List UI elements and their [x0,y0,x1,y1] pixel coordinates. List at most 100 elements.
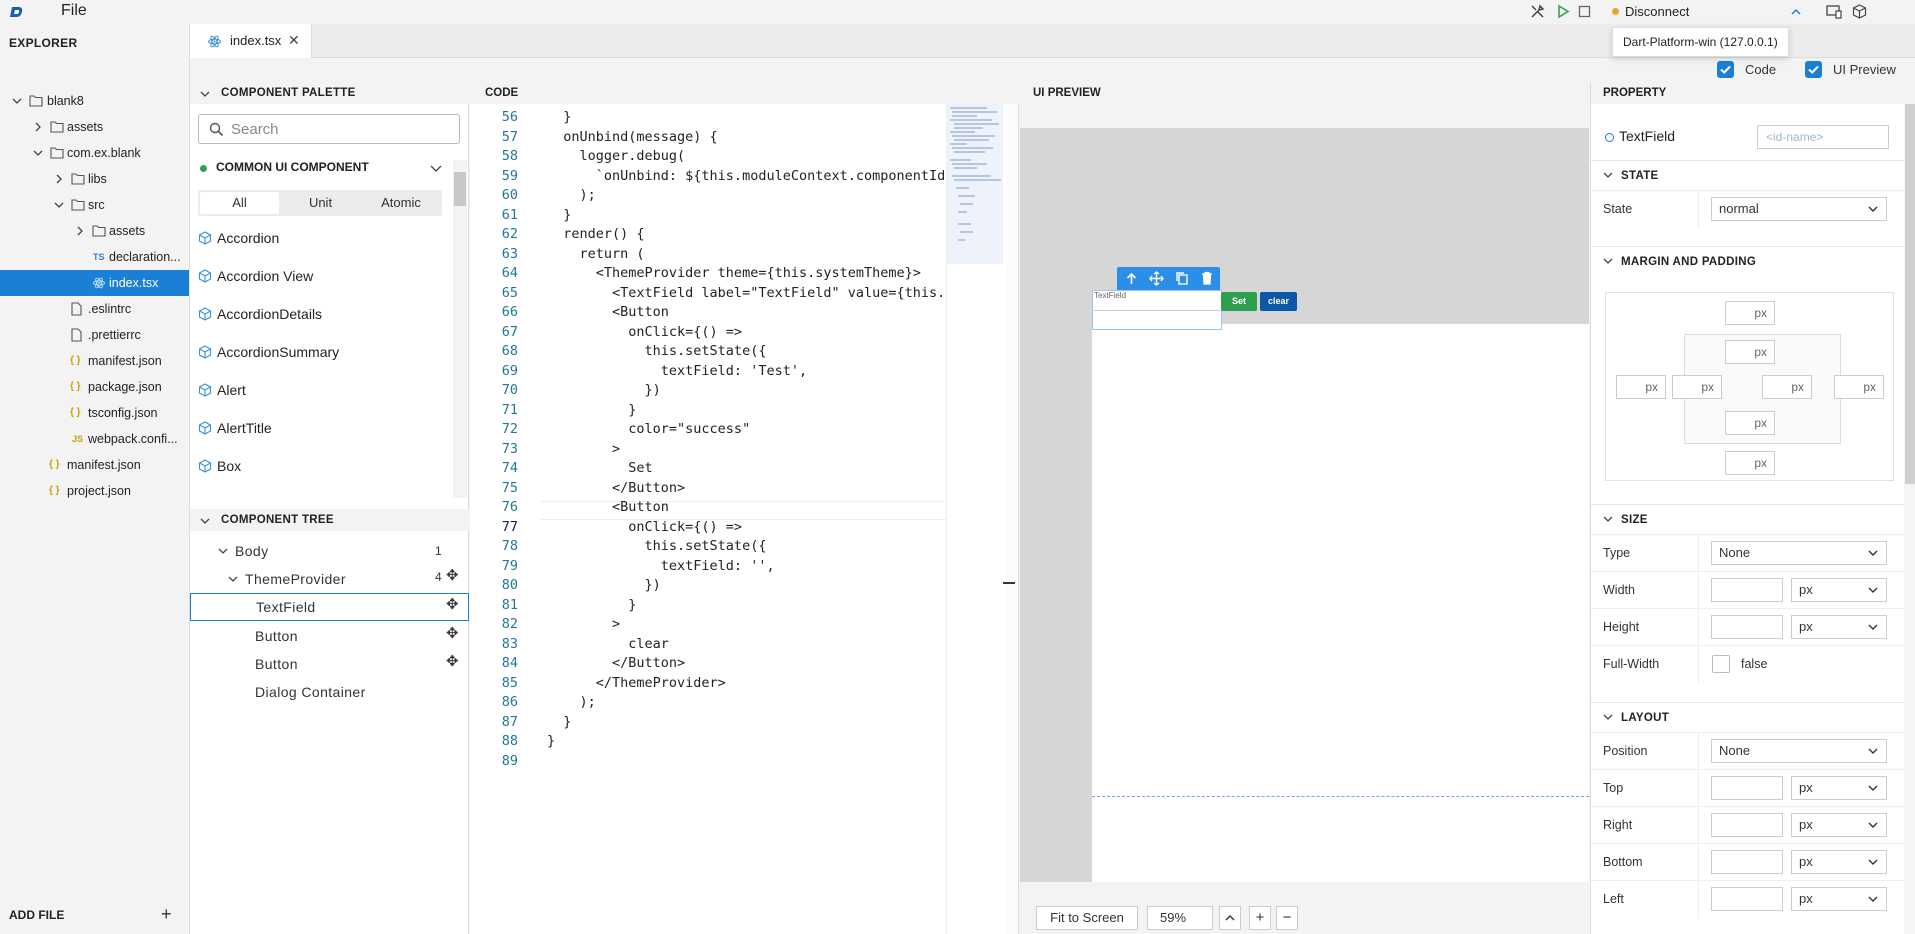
code-line[interactable]: 58 logger.debug( [470,147,946,166]
bottom-input[interactable] [1711,850,1783,874]
tab-index-tsx[interactable]: index.tsx ✕ [190,24,312,58]
height-input[interactable] [1711,615,1783,639]
tree-item-src[interactable]: src [0,192,189,218]
code-line[interactable]: 89 [470,752,946,771]
move-icon[interactable]: ✥ [446,562,459,590]
preview-canvas[interactable] [1092,324,1589,914]
code-line[interactable]: 74 Set [470,459,946,478]
size-type-select[interactable]: None [1711,541,1887,565]
code-editor[interactable]: 56 } 57 onUnbind(message) {58 logger.debu… [470,104,946,934]
filter-all[interactable]: All [200,192,279,214]
top-unit-select[interactable]: px [1791,776,1887,800]
filter-unit[interactable]: Unit [281,192,360,214]
preview-set-button[interactable]: Set [1221,292,1257,311]
tree-item-blank8[interactable]: blank8 [0,88,189,114]
section-state[interactable]: STATE [1591,160,1906,190]
code-line[interactable]: 64 <ThemeProvider theme={this.systemThem… [470,264,946,283]
code-line[interactable]: 87 } [470,713,946,732]
tree-node-dialog-container[interactable]: Dialog Container [190,678,469,706]
top-input[interactable] [1711,776,1783,800]
chevron-down-icon[interactable] [430,164,442,174]
search-input[interactable] [231,119,451,139]
filter-atomic[interactable]: Atomic [362,192,440,214]
code-line[interactable]: 61 } [470,206,946,225]
section-size[interactable]: SIZE [1591,504,1906,534]
code-line[interactable]: 81 } [470,596,946,615]
tree-item-project-json[interactable]: { } project.json [0,478,189,504]
tree-node-textfield[interactable]: TextField ✥ [190,593,469,621]
code-line[interactable]: 88} [470,732,946,751]
code-line[interactable]: 84 </Button> [470,654,946,673]
tree-node-button-set[interactable]: Button ✥ [190,622,469,650]
tree-node-themeprovider[interactable]: ThemeProvider 4 ✥ [190,565,469,593]
package-icon[interactable] [1852,4,1867,19]
code-line[interactable]: 59 `onUnbind: ${this.moduleContext.compo… [470,167,946,186]
arrow-up-icon[interactable] [1125,272,1138,285]
tree-item-webpack-config[interactable]: JS webpack.confi... [0,426,189,452]
move-icon[interactable]: ✥ [446,620,459,648]
tree-item-src-assets[interactable]: assets [0,218,189,244]
padding-left-input[interactable]: px [1672,375,1722,399]
add-file-button[interactable]: + [161,904,172,925]
tree-item-tsconfig-json[interactable]: { } tsconfig.json [0,400,189,426]
palette-scrollbar[interactable] [453,160,467,498]
code-line[interactable]: 77 onClick={() => [470,518,946,537]
preview-clear-button[interactable]: clear [1260,292,1297,311]
property-scrollbar-thumb[interactable] [1905,104,1915,484]
code-line[interactable]: 75 </Button> [470,479,946,498]
splitter-handle[interactable] [1003,582,1015,584]
code-line[interactable]: 79 textField: '', [470,557,946,576]
code-line[interactable]: 82 > [470,615,946,634]
zoom-level[interactable]: 59% [1147,906,1213,930]
component-id-input[interactable] [1757,125,1889,149]
zoom-in-button[interactable]: + [1249,906,1271,930]
code-line[interactable]: 66 <Button [470,303,946,322]
tree-item-prettierrc[interactable]: .prettierrc [0,322,189,348]
move-icon[interactable]: ✥ [446,591,459,619]
tree-item-libs[interactable]: libs [0,166,189,192]
zoom-out-button[interactable]: − [1276,906,1298,930]
margin-left-input[interactable]: px [1616,375,1666,399]
tree-item-com-ex-blank[interactable]: com.ex.blank [0,140,189,166]
bottom-unit-select[interactable]: px [1791,850,1887,874]
left-input[interactable] [1711,887,1783,911]
palette-header[interactable]: COMPONENT PALETTE [190,82,469,104]
height-unit-select[interactable]: px [1791,615,1887,639]
width-input[interactable] [1711,578,1783,602]
code-line[interactable]: 60 ); [470,186,946,205]
margin-top-input[interactable]: px [1725,301,1775,325]
code-line[interactable]: 57 onUnbind(message) { [470,128,946,147]
code-scrollbar[interactable] [1006,104,1018,934]
disconnect-button[interactable]: Disconnect [1625,4,1689,19]
padding-bottom-input[interactable]: px [1725,411,1775,435]
right-input[interactable] [1711,813,1783,837]
width-unit-select[interactable]: px [1791,578,1887,602]
play-icon[interactable] [1556,4,1571,19]
code-minimap[interactable] [946,104,1006,934]
code-line[interactable]: 85 </ThemeProvider> [470,674,946,693]
code-line[interactable]: 76 <Button [470,498,946,517]
code-line[interactable]: 63 return ( [470,245,946,264]
preview-view-checkbox[interactable] [1805,61,1822,78]
code-line[interactable]: 68 this.setState({ [470,342,946,361]
move-icon[interactable]: ✥ [446,648,459,676]
state-select[interactable]: normal [1711,197,1887,221]
close-icon[interactable]: ✕ [288,32,300,49]
margin-right-input[interactable]: px [1834,375,1884,399]
code-line[interactable]: 67 onClick={() => [470,323,946,342]
code-view-checkbox[interactable] [1717,61,1734,78]
tree-item-declaration[interactable]: TS declaration... [0,244,189,270]
code-line[interactable]: 70 }) [470,381,946,400]
tree-item-package-json[interactable]: { } package.json [0,374,189,400]
screen-icon[interactable] [1826,5,1842,19]
component-tree-header[interactable]: COMPONENT TREE [190,509,469,531]
code-line[interactable]: 83 clear [470,635,946,654]
chevron-up-icon[interactable] [1790,6,1802,18]
padding-top-input[interactable]: px [1725,340,1775,364]
code-line[interactable]: 71 } [470,401,946,420]
fit-to-screen-button[interactable]: Fit to Screen [1036,906,1138,930]
code-line[interactable]: 62 render() { [470,225,946,244]
component-group-title[interactable]: COMMON UI COMPONENT [216,160,369,174]
section-layout[interactable]: LAYOUT [1591,702,1906,732]
padding-right-input[interactable]: px [1762,375,1812,399]
